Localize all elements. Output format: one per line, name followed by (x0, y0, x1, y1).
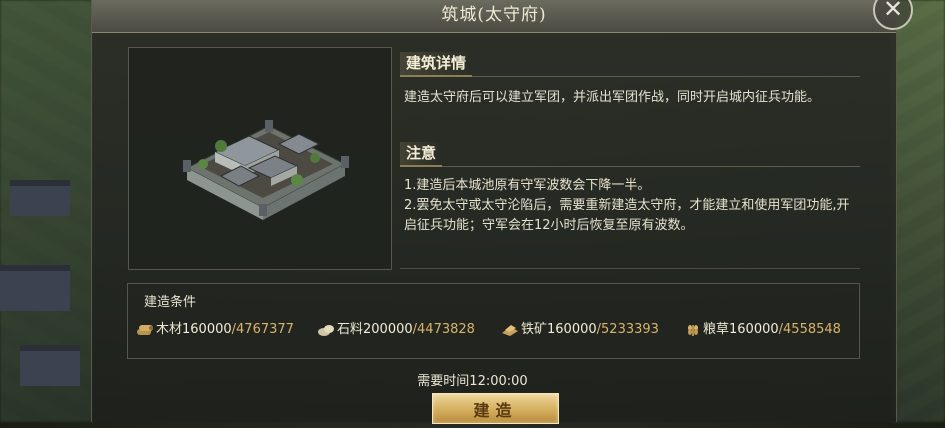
resource-owned: /4473828 (412, 322, 475, 337)
dialog-title-bar: 筑城(太守府) (92, 0, 896, 33)
resource-name: 粮草 (703, 322, 730, 337)
resource-stone: 石料200000/4473828 (317, 320, 475, 340)
resource-owned: /4767377 (231, 322, 294, 337)
section-divider (400, 268, 860, 269)
grain-icon (688, 324, 698, 336)
resource-grain: 粮草160000/4558548 (685, 320, 841, 340)
resource-name: 木材 (156, 322, 183, 337)
resource-iron-ore: 铁矿160000/5233393 (501, 320, 659, 340)
close-icon: ✕ (882, 0, 904, 23)
build-time-label: 需要时间12:00:00 (417, 374, 528, 389)
resource-owned: /4558548 (778, 322, 841, 337)
wood-icon (137, 324, 153, 335)
notice-heading: 注意 (400, 142, 443, 167)
resource-required: 160000 (547, 322, 597, 337)
governor-mansion-image (183, 120, 349, 220)
map-background-right (890, 0, 945, 422)
resource-wood: 木材160000/4767377 (136, 320, 294, 340)
resource-required: 200000 (363, 322, 413, 337)
resource-required: 160000 (182, 322, 232, 337)
building-image-frame (128, 47, 392, 270)
notice-line-2: 2.罢免太守或太守沦陷后，需要重新建造太守府，才能建立和使用军团功能,开启征兵功… (404, 198, 850, 233)
background-house (10, 180, 70, 216)
build-button-label: 建造 (473, 401, 518, 420)
details-heading: 建筑详情 (400, 52, 473, 77)
resource-name: 石料 (337, 322, 364, 337)
iron-ore-icon (502, 324, 518, 336)
details-text: 建造太守府后可以建立军团，并派出军团作战，同时开启城内征兵功能。 (404, 90, 821, 105)
notice-section-header: 注意 (400, 142, 860, 167)
notice-line-1: 1.建造后本城池原有守军波数会下降一半。 (404, 178, 651, 193)
details-section-header: 建筑详情 (400, 52, 860, 77)
resource-name: 铁矿 (521, 322, 548, 337)
stone-icon (318, 324, 334, 336)
resource-required: 160000 (729, 322, 779, 337)
dialog-title: 筑城(太守府) (441, 5, 547, 25)
build-conditions-panel: 建造条件 木材160000/4767377 石料200000/4473828 铁… (127, 283, 860, 359)
resource-owned: /5233393 (596, 322, 659, 337)
background-house (0, 265, 70, 311)
conditions-heading: 建造条件 (144, 295, 197, 310)
build-button[interactable]: 建造 (432, 393, 559, 424)
